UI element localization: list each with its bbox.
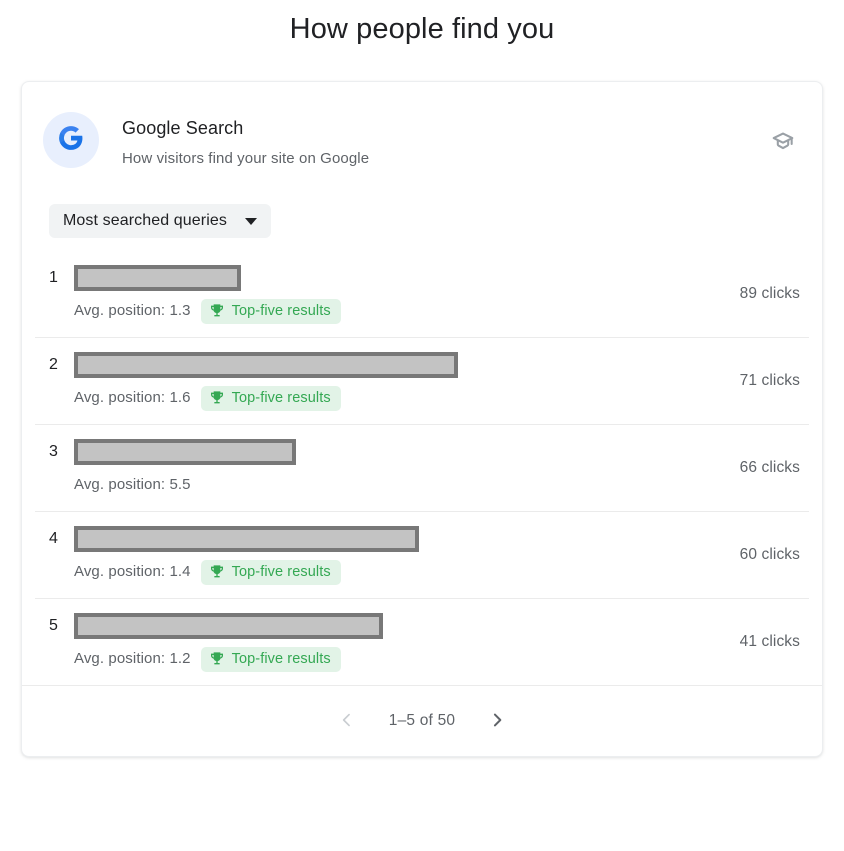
- dropdown-selected-label: Most searched queries: [63, 212, 227, 229]
- redacted-query-bar: [74, 352, 458, 378]
- previous-page-button[interactable]: [331, 705, 363, 737]
- row-rank: 2: [49, 356, 58, 373]
- row-clicks: 60 clicks: [739, 546, 800, 563]
- trophy-icon: [209, 390, 225, 406]
- google-search-card: Google Search How visitors find your sit…: [21, 81, 823, 757]
- query-list: 1 Avg. position: 1.3 Top-five results 89…: [22, 251, 822, 685]
- status-badge: Top-five results: [200, 298, 341, 324]
- trophy-icon: [209, 303, 225, 319]
- avg-position-label: Avg. position: 1.3: [74, 302, 191, 319]
- card-header: Google Search How visitors find your sit…: [22, 82, 822, 170]
- row-secondary-line: Avg. position: 1.2 Top-five results: [74, 646, 800, 672]
- status-badge: Top-five results: [200, 385, 341, 411]
- row-rank: 3: [49, 443, 58, 460]
- row-primary-line: 1: [49, 265, 800, 291]
- pagination-footer: 1–5 of 50: [22, 685, 822, 756]
- avatar: [43, 112, 99, 168]
- redacted-query-bar: [74, 439, 296, 465]
- table-row[interactable]: 2 Avg. position: 1.6 Top-five results 71…: [35, 337, 809, 424]
- row-rank: 1: [49, 269, 58, 286]
- avg-position-label: Avg. position: 5.5: [74, 476, 191, 493]
- trophy-icon: [209, 564, 225, 580]
- row-clicks: 66 clicks: [739, 459, 800, 476]
- redacted-query-bar: [74, 526, 419, 552]
- avg-position-label: Avg. position: 1.2: [74, 650, 191, 667]
- card-subtitle: How visitors find your site on Google: [122, 150, 370, 167]
- redacted-query-bar: [74, 265, 241, 291]
- row-primary-line: 2: [49, 352, 800, 378]
- row-clicks: 89 clicks: [739, 285, 800, 302]
- pagination-controls: 1–5 of 50: [331, 705, 513, 737]
- row-secondary-line: Avg. position: 1.6 Top-five results: [74, 385, 800, 411]
- table-row[interactable]: 4 Avg. position: 1.4 Top-five results 60…: [35, 511, 809, 598]
- status-badge: Top-five results: [200, 646, 341, 672]
- table-row[interactable]: 3 Avg. position: 5.5 66 clicks: [35, 424, 809, 511]
- badge-label: Top-five results: [231, 650, 331, 667]
- row-rank: 5: [49, 617, 58, 634]
- avg-position-label: Avg. position: 1.6: [74, 389, 191, 406]
- most-searched-queries-dropdown[interactable]: Most searched queries: [49, 204, 271, 238]
- trophy-icon: [209, 651, 225, 667]
- filter-row: Most searched queries: [22, 170, 822, 238]
- avg-position-label: Avg. position: 1.4: [74, 563, 191, 580]
- badge-label: Top-five results: [231, 563, 331, 580]
- chevron-right-icon: [487, 710, 507, 733]
- table-row[interactable]: 5 Avg. position: 1.2 Top-five results 41…: [35, 598, 809, 685]
- badge-label: Top-five results: [231, 389, 331, 406]
- status-badge: Top-five results: [200, 559, 341, 585]
- page-title: How people find you: [289, 13, 555, 45]
- card-title: Google Search: [122, 118, 244, 138]
- badge-label: Top-five results: [231, 302, 331, 319]
- row-secondary-line: Avg. position: 1.3 Top-five results: [74, 298, 800, 324]
- chevron-down-icon: [244, 217, 257, 225]
- graduation-cap-icon[interactable]: [770, 129, 796, 155]
- row-rank: 4: [49, 530, 58, 547]
- google-g-logo-icon: [58, 125, 84, 156]
- next-page-button[interactable]: [481, 705, 513, 737]
- row-clicks: 41 clicks: [739, 633, 800, 650]
- chevron-left-icon: [337, 710, 357, 733]
- header-text-block: Google Search How visitors find your sit…: [122, 108, 369, 170]
- row-primary-line: 5: [49, 613, 800, 639]
- row-secondary-line: Avg. position: 1.4 Top-five results: [74, 559, 800, 585]
- table-row[interactable]: 1 Avg. position: 1.3 Top-five results 89…: [22, 251, 822, 337]
- row-primary-line: 4: [49, 526, 800, 552]
- row-secondary-line: Avg. position: 5.5: [74, 473, 800, 497]
- pagination-range-label: 1–5 of 50: [388, 712, 456, 729]
- row-primary-line: 3: [49, 439, 800, 465]
- redacted-query-bar: [74, 613, 383, 639]
- row-clicks: 71 clicks: [739, 372, 800, 389]
